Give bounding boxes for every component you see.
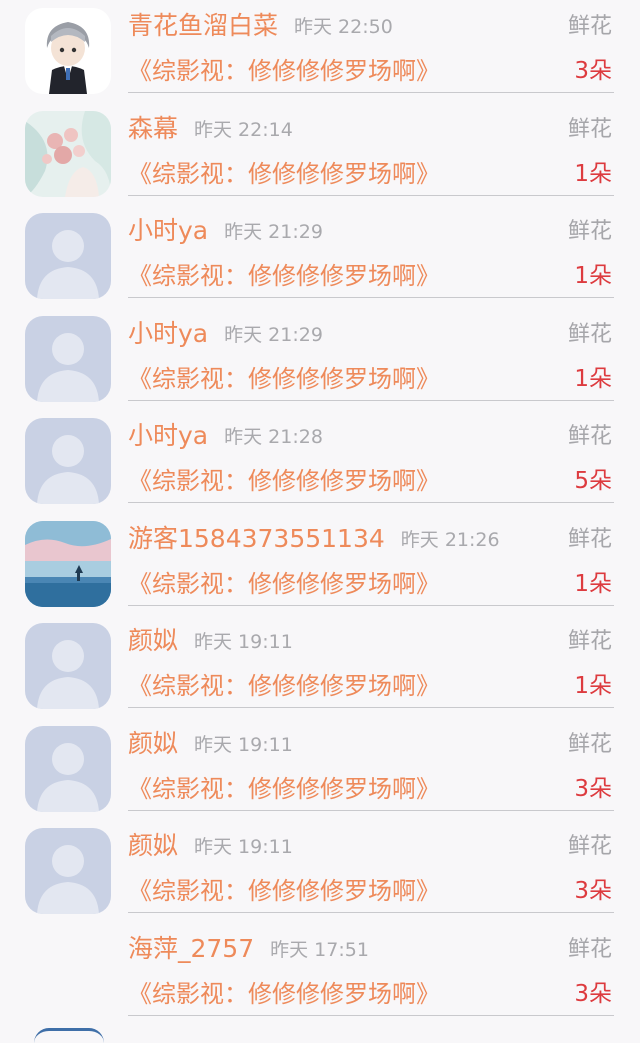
username[interactable]: 颜姒 昨天 19:11 [128, 726, 293, 763]
default-avatar-icon[interactable] [25, 315, 111, 402]
avatar[interactable] [25, 110, 111, 197]
flower-count: 3朵 [574, 775, 612, 802]
flower-count: 1朵 [574, 570, 612, 597]
list-item[interactable]: 颜姒 昨天 19:11 鲜花 《综影视：修修修修罗场啊》 1朵 [0, 615, 640, 718]
username[interactable]: 颜姒 昨天 19:11 [128, 828, 293, 865]
divider [128, 912, 614, 913]
book-title[interactable]: 《综影视：修修修修罗场啊》 [128, 361, 440, 397]
timestamp: 昨天 21:26 [400, 528, 500, 551]
default-avatar-icon[interactable] [25, 213, 111, 299]
list-item[interactable]: 小时ya 昨天 21:29 鲜花 《综影视：修修修修罗场啊》 1朵 [0, 308, 640, 411]
flower-count: 3朵 [574, 878, 612, 904]
list-item[interactable]: 游客1584373551134 昨天 21:26 鲜花 《综影视：修修修修罗场啊》… [0, 513, 640, 616]
list-item[interactable]: 森幕 昨天 22:14 鲜花 《综影视：修修修修罗场啊》 1朵 [0, 103, 640, 206]
book-title[interactable]: 《综影视：修修修修罗场啊》 [128, 258, 440, 294]
divider [128, 297, 614, 298]
avatar[interactable] [25, 8, 111, 94]
divider [128, 194, 614, 196]
divider [128, 1014, 614, 1016]
gift-type-label: 鲜花 [567, 834, 612, 859]
divider [128, 502, 614, 503]
username[interactable]: 小时ya 昨天 21:29 [128, 316, 323, 353]
book-title[interactable]: 《综影视：修修修修罗场啊》 [128, 566, 440, 602]
book-title[interactable]: 《综影视：修修修修罗场啊》 [128, 771, 440, 807]
book-title[interactable]: 《综影视：修修修修罗场啊》 [128, 668, 440, 704]
default-avatar-icon[interactable] [25, 623, 111, 709]
timestamp: 昨天 21:28 [224, 426, 323, 448]
next-avatar-partial [34, 1028, 104, 1043]
flower-count: 3朵 [574, 58, 612, 84]
book-title[interactable]: 《综影视：修修修修罗场啊》 [128, 976, 440, 1012]
username[interactable]: 森幕 昨天 22:14 [128, 111, 293, 148]
flower-count: 3朵 [574, 980, 612, 1007]
flower-count: 1朵 [574, 673, 612, 699]
username[interactable]: 颜姒 昨天 19:11 [128, 623, 293, 660]
book-title[interactable]: 《综影视：修修修修罗场啊》 [128, 463, 440, 499]
divider [128, 604, 614, 606]
flower-count: 1朵 [574, 263, 612, 289]
gift-type-label: 鲜花 [567, 936, 612, 962]
gift-type-label: 鲜花 [567, 116, 612, 142]
timestamp: 昨天 21:29 [224, 221, 323, 243]
flower-count: 1朵 [574, 160, 612, 187]
list-item[interactable]: 颜姒 昨天 19:11 鲜花 《综影视：修修修修罗场啊》 3朵 [0, 820, 640, 923]
timestamp: 昨天 22:50 [294, 16, 393, 38]
username[interactable]: 青花鱼溜白菜 昨天 22:50 [128, 8, 393, 45]
gift-type-label: 鲜花 [567, 731, 612, 757]
gift-type-label: 鲜花 [567, 321, 612, 347]
gift-type-label: 鲜花 [567, 424, 612, 449]
username[interactable]: 小时ya 昨天 21:29 [128, 213, 323, 250]
timestamp: 昨天 21:29 [224, 323, 323, 346]
book-title[interactable]: 《综影视：修修修修罗场啊》 [128, 873, 440, 909]
list-item[interactable]: 颜姒 昨天 19:11 鲜花 《综影视：修修修修罗场啊》 3朵 [0, 718, 640, 821]
default-avatar-icon[interactable] [25, 828, 111, 914]
list-item[interactable]: 小时ya 昨天 21:29 鲜花 《综影视：修修修修罗场啊》 1朵 [0, 205, 640, 308]
username[interactable]: 小时ya 昨天 21:28 [128, 418, 323, 455]
timestamp: 昨天 22:14 [194, 118, 293, 141]
default-avatar-icon[interactable] [25, 725, 111, 812]
gift-type-label: 鲜花 [567, 526, 612, 552]
divider [128, 92, 614, 93]
list-item[interactable]: 小时ya 昨天 21:28 鲜花 《综影视：修修修修罗场啊》 5朵 [0, 410, 640, 513]
flower-gift-list: 青花鱼溜白菜 昨天 22:50 鲜花 《综影视：修修修修罗场啊》 3朵 森幕 昨天 … [0, 0, 640, 1025]
timestamp: 昨天 17:51 [270, 938, 369, 961]
divider [128, 809, 614, 811]
gift-type-label: 鲜花 [567, 14, 612, 39]
book-title[interactable]: 《综影视：修修修修罗场啊》 [128, 53, 440, 89]
list-item[interactable]: 青花鱼溜白菜 昨天 22:50 鲜花 《综影视：修修修修罗场啊》 3朵 [0, 0, 640, 103]
divider [128, 399, 614, 401]
username[interactable]: 海萍_2757 昨天 17:51 [128, 931, 369, 968]
gift-type-label: 鲜花 [567, 629, 612, 654]
timestamp: 昨天 19:11 [194, 631, 293, 653]
default-avatar-icon[interactable] [25, 418, 111, 504]
book-title[interactable]: 《综影视：修修修修罗场啊》 [128, 156, 440, 192]
avatar[interactable] [25, 520, 111, 607]
flower-count: 5朵 [574, 468, 612, 494]
flower-count: 1朵 [574, 365, 612, 392]
username[interactable]: 游客1584373551134 昨天 21:26 [128, 521, 500, 558]
timestamp: 昨天 19:11 [194, 836, 293, 858]
gift-type-label: 鲜花 [567, 219, 612, 244]
list-item[interactable]: 海萍_2757 昨天 17:51 鲜花 《综影视：修修修修罗场啊》 3朵 [0, 923, 640, 1026]
timestamp: 昨天 19:11 [194, 733, 293, 756]
divider [128, 707, 614, 708]
